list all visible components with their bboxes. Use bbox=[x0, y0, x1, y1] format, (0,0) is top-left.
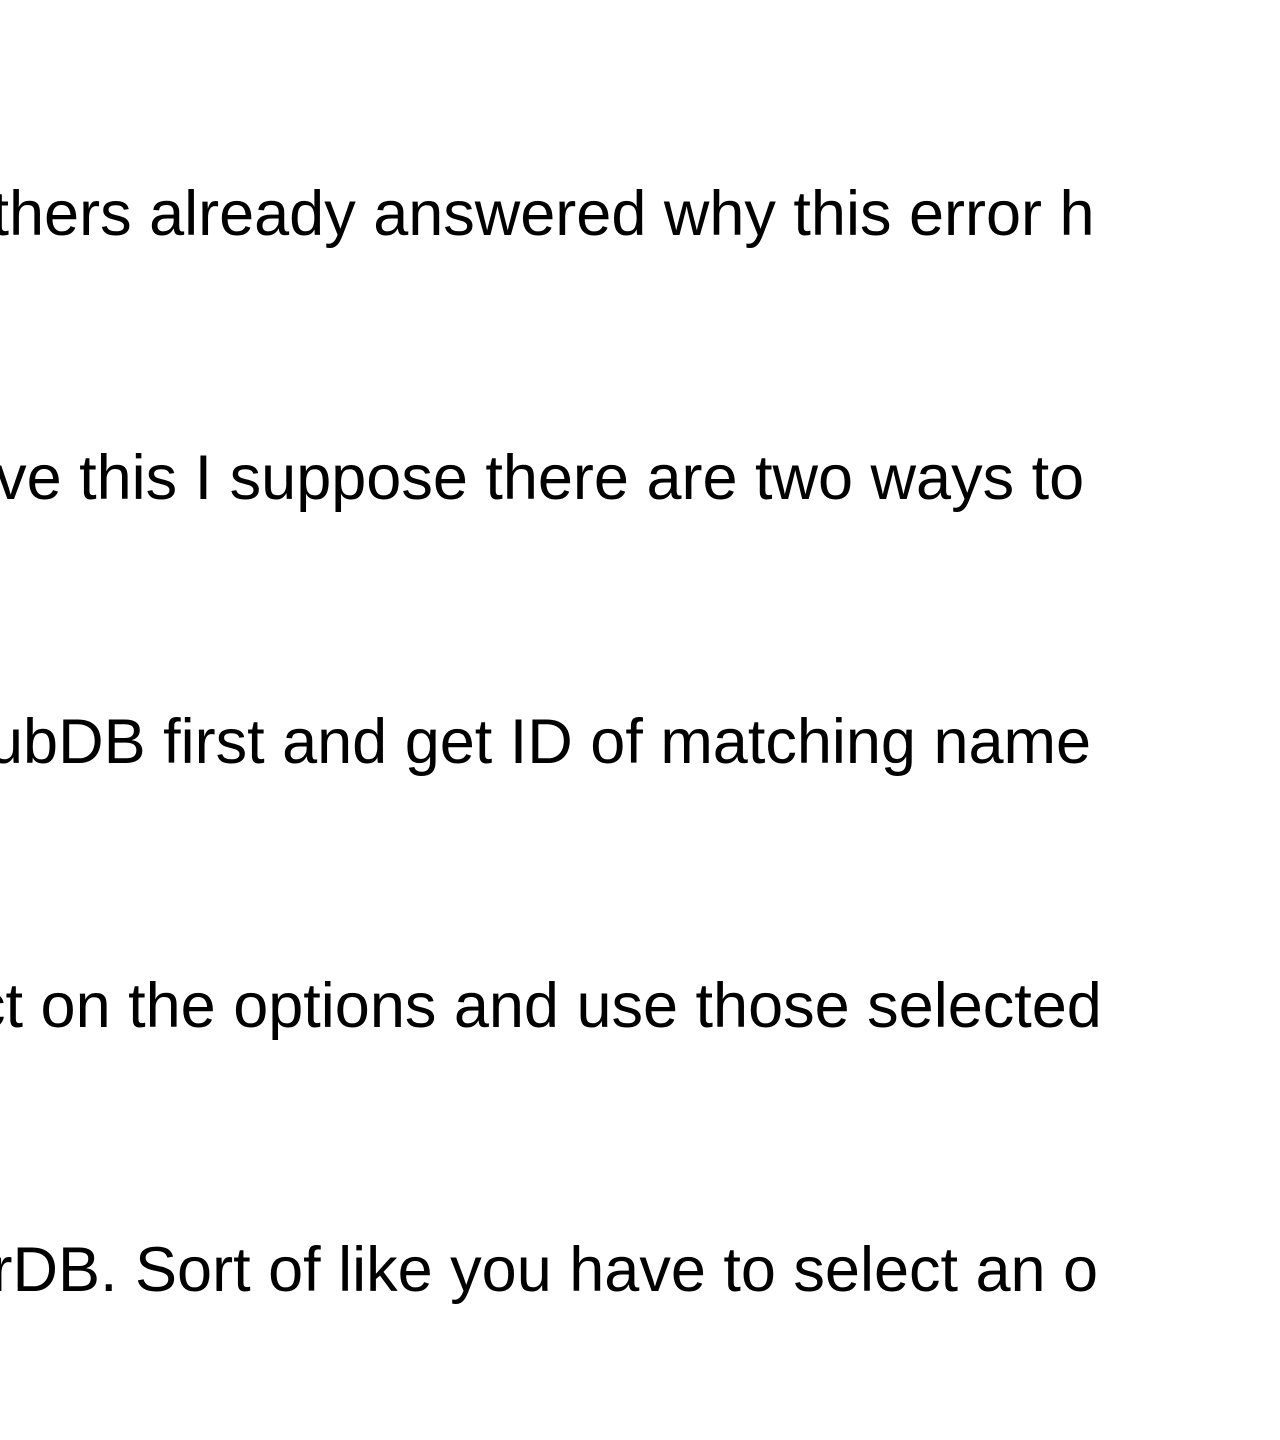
text-line: clubDB first and get ID of matching name bbox=[0, 698, 1102, 786]
text-line: serDB. Sort of like you have to select a… bbox=[0, 1226, 1102, 1314]
text-line: lect on the options and use those select… bbox=[0, 962, 1102, 1050]
document-text-fragment: Others already answered why this error h… bbox=[0, 0, 1102, 1440]
text-line: Others already answered why this error h bbox=[0, 170, 1102, 258]
text-line: have this I suppose there are two ways t… bbox=[0, 434, 1102, 522]
